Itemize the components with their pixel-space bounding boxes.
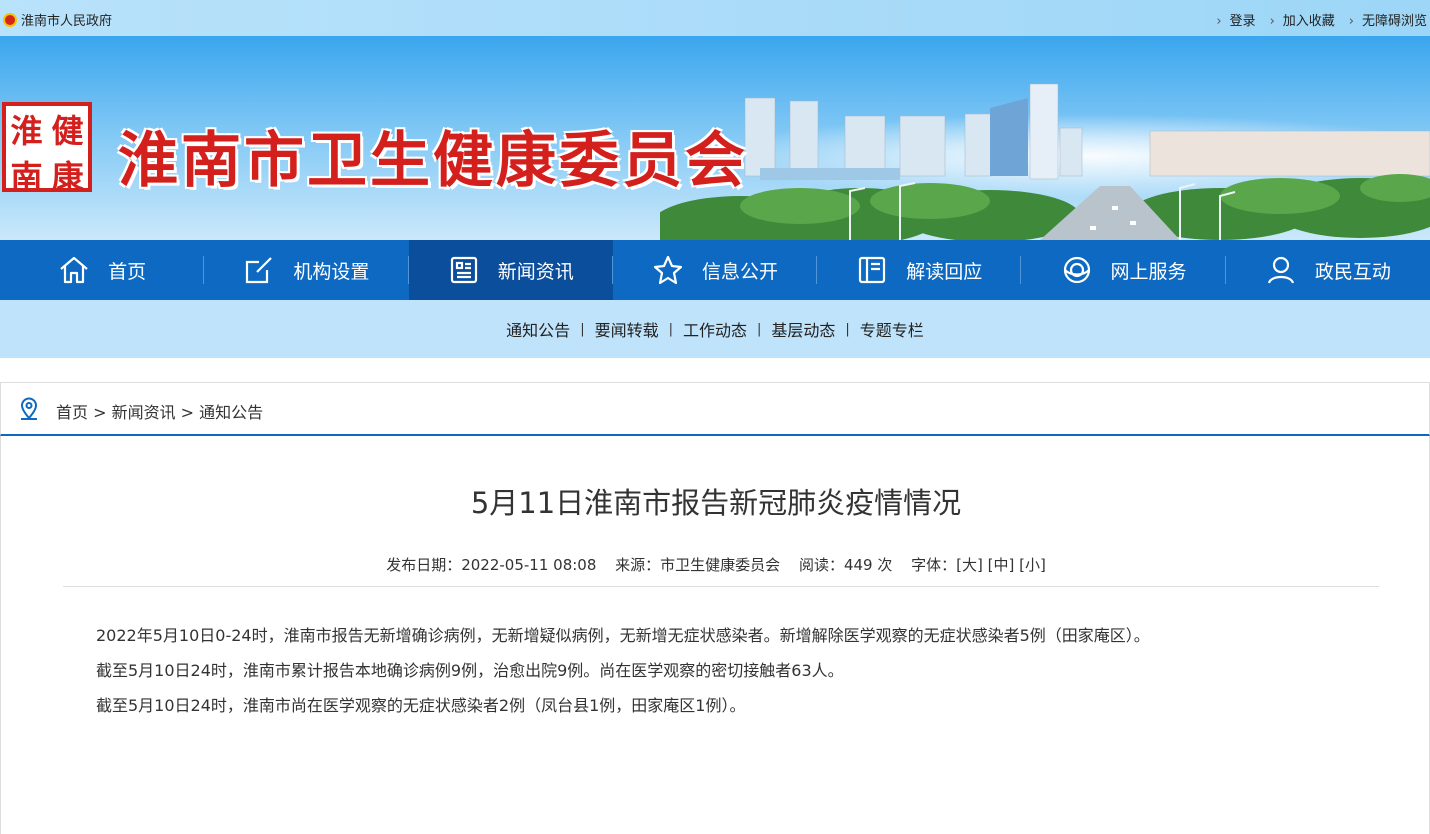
nav-label: 信息公开 xyxy=(701,260,778,283)
nav-item-interaction[interactable]: 政民互动 xyxy=(1226,240,1430,300)
subnav-item-reprints[interactable]: 要闻转载 xyxy=(595,317,659,341)
header-banner: 淮 健 南 康 淮南市卫生健康委员会 xyxy=(0,36,1430,240)
seal-char: 康 xyxy=(51,158,84,196)
breadcrumb-text[interactable]: 首页 > 新闻资讯 > 通知公告 xyxy=(56,399,263,423)
globe-icon xyxy=(1063,256,1090,284)
sub-nav: 通知公告 | 要闻转载 | 工作动态 | 基层动态 | 专题专栏 xyxy=(0,300,1430,358)
article-body: 2022年5月10日0-24时，淮南市报告无新增确诊病例，无新增疑似病例，无新增… xyxy=(96,618,1150,723)
top-links: 登录 加入收藏 无障碍浏览 xyxy=(1202,10,1427,29)
read-count: 阅读：449 次 xyxy=(798,556,893,574)
seal-char: 南 xyxy=(10,158,43,196)
nav-item-news[interactable]: 新闻资讯 xyxy=(408,240,614,300)
city-skyline-image xyxy=(660,83,1430,240)
article-paragraph: 2022年5月10日0-24时，淮南市报告无新增确诊病例，无新增疑似病例，无新增… xyxy=(96,626,1150,645)
subnav-divider: | xyxy=(845,321,850,337)
nav-label: 新闻资讯 xyxy=(497,260,574,283)
national-emblem-icon xyxy=(3,12,17,27)
subnav-item-grassroots[interactable]: 基层动态 xyxy=(771,317,835,341)
subnav-divider: | xyxy=(668,321,673,337)
article-paragraph: 截至5月10日24时，淮南市尚在医学观察的无症状感染者2例（凤台县1例，田家庵区… xyxy=(96,696,746,715)
article: 5月11日淮南市报告新冠肺炎疫情情况 发布日期：2022-05-11 08:08… xyxy=(0,436,1430,834)
main-nav: 首页 机构设置 新闻资讯 信息公开 解读回应 网上服务 政民互动 xyxy=(0,240,1430,300)
logo-seal: 淮 健 南 康 xyxy=(2,102,92,196)
subnav-divider: | xyxy=(757,321,762,337)
font-size-controls[interactable]: 字体：[大] [中] [小] xyxy=(911,556,1046,574)
article-title: 5月11日淮南市报告新冠肺炎疫情情况 xyxy=(470,486,962,520)
seal-char: 健 xyxy=(51,112,84,150)
article-paragraph: 截至5月10日24时，淮南市累计报告本地确诊病例9例，治愈出院9例。尚在医学观察… xyxy=(96,661,844,680)
nav-label: 首页 xyxy=(108,260,147,283)
login-link[interactable]: 登录 xyxy=(1216,10,1256,29)
nav-item-home[interactable]: 首页 xyxy=(0,240,205,300)
article-source: 来源：市卫生健康委员会 xyxy=(615,556,781,574)
nav-item-online-service[interactable]: 网上服务 xyxy=(1021,240,1226,300)
top-bar: 淮南市人民政府 登录 加入收藏 无障碍浏览 xyxy=(0,0,1430,36)
location-pin-icon xyxy=(20,397,38,420)
subnav-item-notices[interactable]: 通知公告 xyxy=(506,317,570,341)
edit-icon xyxy=(246,257,273,284)
org-title: 淮南市卫生健康委员会 xyxy=(118,126,748,196)
nav-label: 解读回应 xyxy=(906,260,983,283)
accessibility-link[interactable]: 无障碍浏览 xyxy=(1349,10,1427,29)
divider xyxy=(63,586,1379,587)
nav-item-organization[interactable]: 机构设置 xyxy=(204,240,409,300)
subnav-item-work-news[interactable]: 工作动态 xyxy=(683,317,747,341)
breadcrumb: 首页 > 新闻资讯 > 通知公告 xyxy=(0,382,1430,436)
nav-item-info-disclosure[interactable]: 信息公开 xyxy=(613,240,818,300)
seal-char: 淮 xyxy=(10,112,43,150)
nav-label: 网上服务 xyxy=(1110,260,1187,283)
gov-site-link[interactable]: 淮南市人民政府 xyxy=(3,10,112,29)
nav-label: 机构设置 xyxy=(293,260,370,283)
news-icon xyxy=(450,256,477,284)
subnav-item-topics[interactable]: 专题专栏 xyxy=(860,317,924,341)
gov-site-name[interactable]: 淮南市人民政府 xyxy=(21,10,112,29)
nav-label: 政民互动 xyxy=(1314,260,1391,283)
article-meta: 发布日期：2022-05-11 08:08 来源：市卫生健康委员会 阅读：449… xyxy=(1,554,1430,575)
home-icon xyxy=(60,256,88,284)
user-icon xyxy=(1267,256,1294,284)
book-icon xyxy=(859,256,886,284)
subnav-divider: | xyxy=(580,321,585,337)
star-icon xyxy=(653,255,683,285)
add-favorite-link[interactable]: 加入收藏 xyxy=(1270,10,1335,29)
nav-item-interpretation[interactable]: 解读回应 xyxy=(817,240,1022,300)
publish-date: 发布日期：2022-05-11 08:08 xyxy=(386,556,597,574)
